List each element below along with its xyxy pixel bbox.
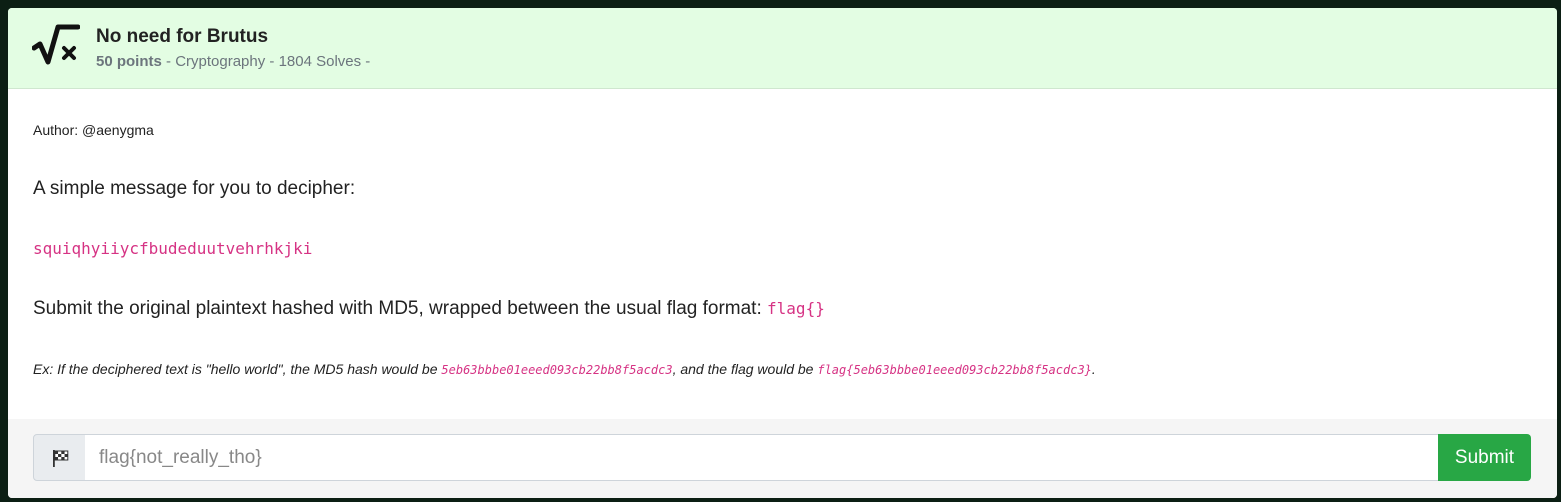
- ciphertext: squiqhyiiycfbudeduutvehrhkjki: [33, 239, 313, 258]
- challenge-description: Author: @aenygma A simple message for yo…: [8, 89, 1557, 419]
- example-flag: flag{5eb63bbbe01eeed093cb22bb8f5acdc3}: [817, 363, 1092, 377]
- challenge-card: No need for Brutus 50 points - Cryptogra…: [8, 8, 1557, 498]
- example-part2: , and the flag would be: [672, 361, 818, 377]
- flag-input[interactable]: [85, 434, 1453, 481]
- example-text: Ex: If the deciphered text is "hello wor…: [33, 361, 1096, 377]
- instruction-text: Submit the original plaintext hashed wit…: [33, 298, 825, 320]
- window-frame: No need for Brutus 50 points - Cryptogra…: [0, 0, 1561, 502]
- challenge-title: No need for Brutus: [96, 26, 269, 47]
- instruction-label: Submit the original plaintext hashed wit…: [33, 298, 768, 319]
- submit-button[interactable]: Submit: [1438, 434, 1531, 481]
- square-root-x-icon: [31, 24, 81, 68]
- challenge-points: 50 points: [96, 53, 162, 70]
- checkered-flag-icon: [33, 434, 86, 481]
- author-line: Author: @aenygma: [33, 122, 154, 138]
- example-part1: Ex: If the deciphered text is "hello wor…: [33, 361, 442, 377]
- challenge-header: No need for Brutus 50 points - Cryptogra…: [8, 8, 1557, 89]
- example-hash: 5eb63bbbe01eeed093cb22bb8f5acdc3: [441, 363, 673, 377]
- challenge-meta: 50 points - Cryptography - 1804 Solves -: [96, 53, 370, 70]
- example-end: .: [1091, 361, 1096, 377]
- flag-input-group: Submit: [33, 434, 1531, 481]
- flag-format-code: flag{}: [767, 299, 825, 318]
- challenge-category-solves: - Cryptography - 1804 Solves -: [161, 53, 371, 70]
- intro-text: A simple message for you to decipher:: [33, 178, 356, 199]
- submission-footer: Submit: [8, 419, 1557, 498]
